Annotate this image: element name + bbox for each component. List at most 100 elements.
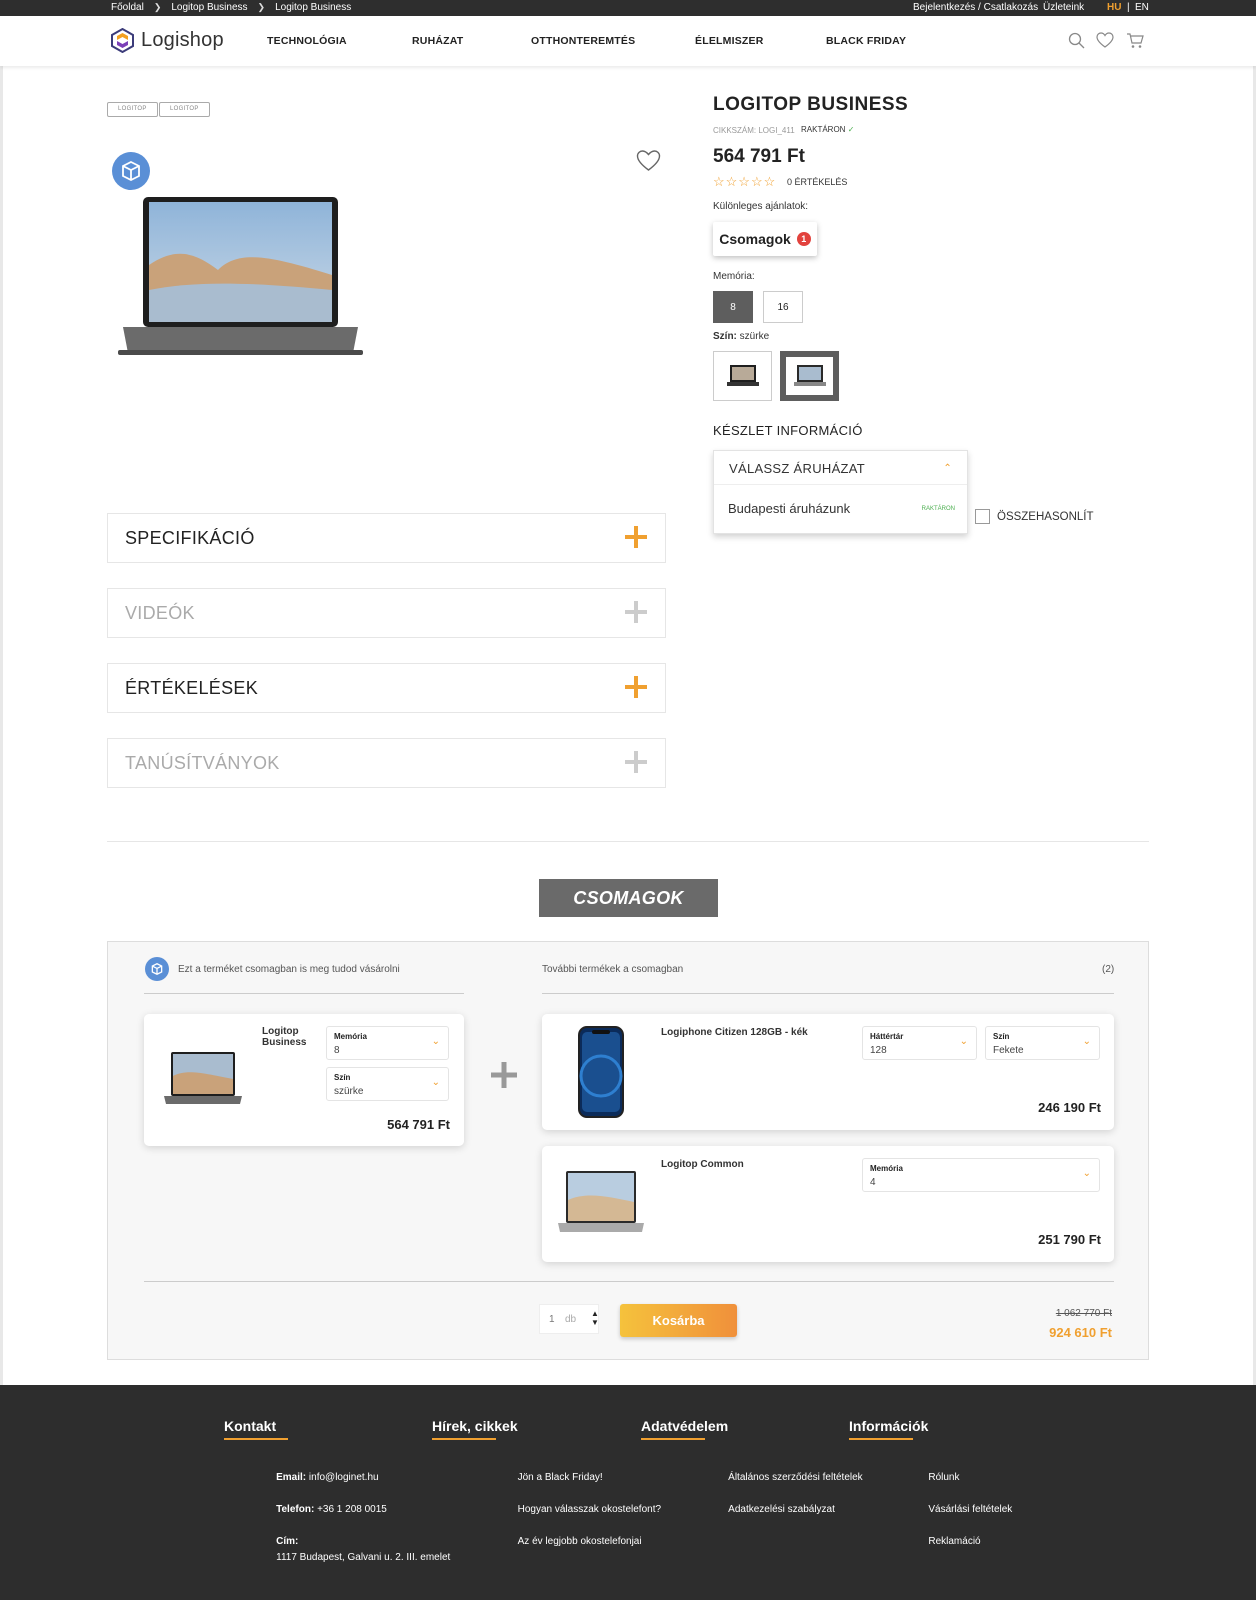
footer-link[interactable]: Reklamáció [928, 1536, 980, 1547]
select-value: szürke [334, 1086, 364, 1097]
color-thumb-image [793, 365, 826, 386]
footer-link[interactable]: Jön a Black Friday! [518, 1472, 603, 1483]
stepper-arrows-icon[interactable]: ▲ ▼ [591, 1309, 599, 1327]
select-title: Memória [334, 1032, 367, 1041]
footer-info: Információk Rólunk Vásárlási feltételek … [849, 1418, 1012, 1547]
bundle-product-image [164, 1052, 242, 1104]
bundle-item-image [578, 1026, 624, 1118]
store-option[interactable]: Budapesti áruházunk [728, 501, 850, 516]
compare-toggle[interactable]: ÖSSZEHASONLÍT [975, 509, 1094, 524]
footer-link[interactable]: Hogyan válasszak okostelefont? [518, 1504, 661, 1515]
quantity-value[interactable]: 1 [549, 1314, 555, 1325]
lang-en[interactable]: EN [1135, 2, 1149, 13]
accordion-label: ÉRTÉKELÉSEK [125, 678, 259, 698]
accordion-specifikacio[interactable]: SPECIFIKÁCIÓ [107, 513, 666, 563]
plus-icon [625, 601, 647, 623]
email-link[interactable]: info@loginet.hu [309, 1472, 379, 1483]
memory-option-8[interactable]: 8 [713, 291, 753, 323]
footer: Kontakt Email: info@loginet.hu Telefon: … [0, 1385, 1256, 1600]
store-select-label: VÁLASSZ ÁRUHÁZAT [729, 461, 866, 476]
storage-select[interactable]: Háttértár 128 ⌄ [862, 1026, 977, 1060]
color-value: szürke [739, 331, 770, 342]
color-select[interactable]: Szín Fekete ⌄ [985, 1026, 1100, 1060]
search-icon[interactable] [1068, 32, 1085, 49]
footer-heading: Hírek, cikkek [432, 1418, 518, 1440]
footer-address-label: Cím: [276, 1536, 299, 1547]
phone-link[interactable]: +36 1 208 0015 [317, 1504, 387, 1515]
lang-hu[interactable]: HU [1107, 2, 1121, 13]
quantity-stepper[interactable]: 1 db ▲ ▼ [539, 1304, 599, 1334]
breadcrumb-category[interactable]: Logitop Business [171, 2, 247, 13]
color-option-grey[interactable] [780, 351, 839, 401]
quantity-unit: db [565, 1314, 577, 1325]
memory-select[interactable]: Memória 8 ⌄ [326, 1026, 449, 1060]
nav-otthonteremtes[interactable]: OTTHONTEREMTÉS [531, 35, 635, 47]
footer-link[interactable]: Általános szerződési feltételek [728, 1472, 863, 1483]
select-value: 128 [870, 1045, 887, 1056]
product-tag[interactable]: LOGITOP [159, 102, 210, 117]
footer-heading: Adatvédelem [641, 1418, 728, 1440]
store-select-header[interactable]: VÁLASSZ ÁRUHÁZAT ⌃ [714, 451, 967, 485]
stores-link[interactable]: Üzleteink [1043, 2, 1084, 13]
product-image[interactable] [118, 195, 363, 360]
chevron-up-icon: ⌃ [943, 463, 952, 474]
cart-icon[interactable] [1126, 32, 1144, 49]
stock-info-title: KÉSZLET INFORMÁCIÓ [713, 423, 863, 438]
bundle-item-card: Logiphone Citizen 128GB - kék Háttértár … [542, 1014, 1114, 1130]
add-to-cart-button[interactable]: Kosárba [620, 1304, 737, 1337]
main-header: Logishop TECHNOLÓGIA RUHÁZAT OTTHONTEREM… [0, 16, 1256, 66]
nav-black-friday[interactable]: BLACK FRIDAY [826, 35, 906, 47]
memory-select[interactable]: Memória 4 ⌄ [862, 1158, 1100, 1192]
footer-link[interactable]: Az év legjobb okostelefonjai [518, 1536, 642, 1547]
accordion-ertekelesek[interactable]: ÉRTÉKELÉSEK [107, 663, 666, 713]
packages-button[interactable]: Csomagok 1 [713, 222, 817, 256]
color-option-black[interactable] [713, 351, 772, 401]
nav-technologia[interactable]: TECHNOLÓGIA [267, 35, 347, 47]
color-select[interactable]: Szín szürke ⌄ [326, 1067, 449, 1101]
footer-link[interactable]: Adatkezelési szabályzat [728, 1504, 835, 1515]
plus-icon [625, 526, 647, 548]
select-value: 4 [870, 1177, 876, 1188]
breadcrumb-home[interactable]: Főoldal [111, 2, 144, 13]
select-title: Szín [993, 1032, 1010, 1041]
divider [542, 993, 1114, 994]
accordion-tanusitvanyok[interactable]: TANÚSÍTVÁNYOK [107, 738, 666, 788]
nav-ruhazat[interactable]: RUHÁZAT [412, 35, 463, 47]
package-badge-icon [112, 152, 150, 190]
rating-stars[interactable]: ☆☆☆☆☆ [713, 174, 776, 190]
product-tag[interactable]: LOGITOP [107, 102, 158, 117]
select-title: Memória [870, 1164, 903, 1173]
chevron-down-icon: ⌄ [431, 1077, 440, 1088]
footer-link[interactable]: Rólunk [928, 1472, 959, 1483]
chevron-down-icon: ⌄ [1082, 1036, 1091, 1047]
logo-text: Logishop [141, 29, 224, 51]
accordion-videok[interactable]: VIDEÓK [107, 588, 666, 638]
footer-heading: Kontakt [224, 1418, 289, 1440]
bundle-total-price: 924 610 Ft [1049, 1325, 1112, 1340]
nav-elelmiszer[interactable]: ÉLELMISZER [695, 35, 764, 47]
bundle-item-name: Logitop Common [661, 1159, 744, 1170]
heart-icon[interactable] [1096, 32, 1114, 49]
plus-icon [491, 1062, 517, 1088]
package-icon [145, 957, 169, 981]
bundle-item-price: 251 790 Ft [1038, 1232, 1101, 1247]
stock-text: RAKTÁRON [801, 125, 846, 134]
bundle-main-card: Logitop Business Memória 8 ⌄ Szín szürke… [144, 1014, 464, 1146]
special-offers-label: Különleges ajánlatok: [713, 201, 809, 212]
old-price: 1 062 770 Ft [1055, 1308, 1112, 1319]
select-value: Fekete [993, 1045, 1024, 1056]
memory-option-16[interactable]: 16 [763, 291, 803, 323]
compare-checkbox[interactable] [975, 509, 990, 524]
bundle-item-count: (2) [1102, 964, 1115, 975]
chevron-down-icon: ⌄ [959, 1036, 968, 1047]
top-bar: Főoldal ❯ Logitop Business ❯ Logitop Bus… [0, 0, 1256, 16]
store-dropdown[interactable]: VÁLASSZ ÁRUHÁZAT ⌃ Budapesti áruházunk R… [713, 450, 968, 534]
review-count[interactable]: 0 ÉRTÉKELÉS [787, 177, 847, 187]
bundle-item-image [558, 1171, 644, 1232]
login-link[interactable]: Bejelentkezés / Csatlakozás [913, 2, 1038, 13]
logo[interactable]: Logishop [110, 28, 224, 53]
footer-address: 1117 Budapest, Galvani u. 2. III. emelet [276, 1552, 451, 1563]
wishlist-heart-icon[interactable] [636, 150, 661, 172]
footer-link[interactable]: Vásárlási feltételek [928, 1504, 1012, 1515]
footer-contact: Kontakt Email: info@loginet.hu Telefon: … [224, 1418, 450, 1563]
